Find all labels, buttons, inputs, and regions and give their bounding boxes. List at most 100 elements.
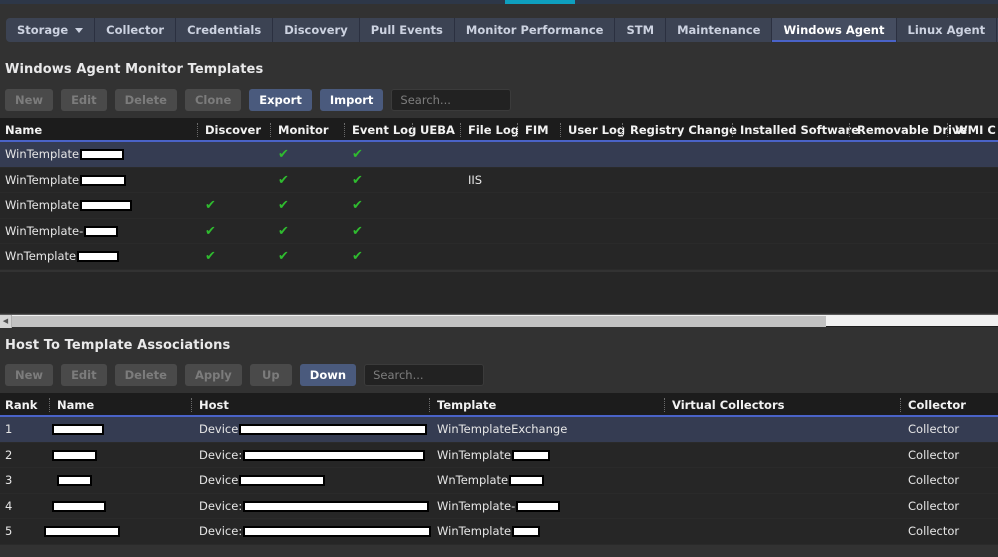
- templates-col-file-log[interactable]: File Log: [468, 118, 519, 142]
- collector-value: Collector: [908, 494, 959, 520]
- check-icon: ✔: [352, 142, 363, 168]
- table-row[interactable]: 4Device:WinTemplate-Collector: [0, 494, 998, 520]
- column-header-label: Name: [57, 398, 94, 412]
- templates-col-name[interactable]: Name: [5, 118, 42, 142]
- cell-eventlog: ✔: [352, 193, 363, 219]
- cell-discover: ✔: [205, 219, 216, 245]
- rank-value: 4: [5, 494, 12, 520]
- templates-empty-space: [0, 272, 998, 313]
- check-icon: ✔: [205, 193, 216, 219]
- scroll-left-arrow-icon[interactable]: ◀: [0, 315, 12, 328]
- associations-delete-button[interactable]: Delete: [115, 364, 177, 386]
- templates-col-registry-change[interactable]: Registry Change: [630, 118, 737, 142]
- associations-new-button[interactable]: New: [5, 364, 53, 386]
- cell-eventlog: ✔: [352, 142, 363, 168]
- templates-search-input[interactable]: [391, 89, 511, 111]
- tab-collector[interactable]: Collector: [95, 18, 176, 42]
- associations-toolbar: New Edit Delete Apply Up Down: [5, 364, 484, 386]
- tab-pull-events[interactable]: Pull Events: [360, 18, 455, 42]
- tab-monitor-performance[interactable]: Monitor Performance: [455, 18, 616, 42]
- associations-edit-button[interactable]: Edit: [61, 364, 107, 386]
- templates-import-button[interactable]: Import: [320, 89, 384, 111]
- redacted-text: [516, 501, 560, 512]
- associations-search-input[interactable]: [364, 364, 484, 386]
- column-divider: [429, 398, 430, 412]
- cell-host: Device: [199, 468, 325, 494]
- tab-windows-agent[interactable]: Windows Agent: [772, 18, 896, 42]
- table-row[interactable]: WinTemplate✔✔IIS: [0, 168, 998, 194]
- tab-linux-agent[interactable]: Linux Agent: [897, 18, 998, 42]
- table-row[interactable]: 5Device:WinTemplateCollector: [0, 519, 998, 545]
- check-icon: ✔: [278, 193, 289, 219]
- templates-col-ueba[interactable]: UEBA: [420, 118, 455, 142]
- table-row[interactable]: 3DeviceWnTemplateCollector: [0, 468, 998, 494]
- redacted-text: [243, 526, 431, 537]
- table-row[interactable]: WinTemplate✔✔: [0, 142, 998, 168]
- templates-new-button[interactable]: New: [5, 89, 53, 111]
- tab-label: Monitor Performance: [466, 23, 604, 37]
- associations-col-collector[interactable]: Collector: [908, 393, 966, 417]
- tab-credentials[interactable]: Credentials: [176, 18, 273, 42]
- templates-export-button[interactable]: Export: [249, 89, 312, 111]
- host-prefix: Device: [199, 468, 238, 494]
- column-divider: [49, 398, 50, 412]
- table-row[interactable]: 1DeviceWinTemplateExchangeCollector: [0, 417, 998, 443]
- templates-col-user-log[interactable]: User Log: [568, 118, 625, 142]
- loading-bar-progress: [505, 0, 575, 4]
- associations-up-button[interactable]: Up: [250, 364, 292, 386]
- collector-value: Collector: [908, 417, 959, 443]
- templates-col-discover[interactable]: Discover: [205, 118, 261, 142]
- cell-rank: 2: [5, 443, 12, 469]
- admin-settings-tabbar[interactable]: StorageCollectorCredentials Discovery Pull…: [6, 18, 998, 42]
- associations-col-virtual-collectors[interactable]: Virtual Collectors: [672, 393, 784, 417]
- scrollbar-thumb[interactable]: [12, 316, 826, 327]
- column-header-label: Removable Drive: [857, 123, 967, 137]
- redacted-text: [52, 501, 106, 512]
- cell-monitor: ✔: [278, 244, 289, 270]
- tab-label: Discovery: [284, 23, 348, 37]
- column-divider: [849, 123, 850, 137]
- templates-edit-button[interactable]: Edit: [61, 89, 107, 111]
- table-row[interactable]: WinTemplate-✔✔✔: [0, 219, 998, 245]
- associations-down-button[interactable]: Down: [300, 364, 356, 386]
- column-header-label: User Log: [568, 123, 625, 137]
- associations-col-template[interactable]: Template: [437, 393, 496, 417]
- templates-col-removable-drive[interactable]: Removable Drive: [857, 118, 967, 142]
- table-row[interactable]: WinTemplate✔✔✔: [0, 193, 998, 219]
- table-row[interactable]: 2Device:WinTemplateCollector: [0, 443, 998, 469]
- table-row[interactable]: WnTemplate✔✔✔: [0, 244, 998, 270]
- cell-monitor: ✔: [278, 219, 289, 245]
- check-icon: ✔: [205, 219, 216, 245]
- column-divider: [732, 123, 733, 137]
- templates-col-fim[interactable]: FIM: [525, 118, 549, 142]
- column-header-label: Registry Change: [630, 123, 737, 137]
- associations-col-host[interactable]: Host: [199, 393, 229, 417]
- template-name: WinTemplateExchange: [437, 417, 567, 443]
- template-name: WinTemplate: [437, 519, 511, 545]
- templates-col-event-log[interactable]: Event Log: [352, 118, 416, 142]
- tab-discovery[interactable]: Discovery: [273, 18, 360, 42]
- templates-col-monitor[interactable]: Monitor: [278, 118, 329, 142]
- rank-value: 3: [5, 468, 12, 494]
- cell-collector: Collector: [908, 417, 959, 443]
- templates-horizontal-scrollbar[interactable]: ◀: [0, 314, 998, 327]
- cell-eventlog: ✔: [352, 168, 363, 194]
- templates-clone-button[interactable]: Clone: [185, 89, 241, 111]
- cell-name: WinTemplate-: [5, 219, 118, 245]
- templates-col-wmi-c[interactable]: WMI C: [955, 118, 996, 142]
- tab-maintenance[interactable]: Maintenance: [666, 18, 772, 42]
- associations-col-rank[interactable]: Rank: [5, 393, 37, 417]
- associations-col-name[interactable]: Name: [57, 393, 94, 417]
- column-divider: [270, 123, 271, 137]
- cell-name: [57, 468, 92, 494]
- check-icon: ✔: [352, 193, 363, 219]
- templates-col-installed-software[interactable]: Installed Software: [740, 118, 859, 142]
- tab-storage[interactable]: Storage: [6, 18, 95, 42]
- associations-apply-button[interactable]: Apply: [185, 364, 242, 386]
- cell-name: WnTemplate: [5, 244, 119, 270]
- cell-monitor: ✔: [278, 193, 289, 219]
- column-divider: [517, 123, 518, 137]
- column-header-label: Rank: [5, 398, 37, 412]
- templates-delete-button[interactable]: Delete: [115, 89, 177, 111]
- tab-stm[interactable]: STM: [615, 18, 666, 42]
